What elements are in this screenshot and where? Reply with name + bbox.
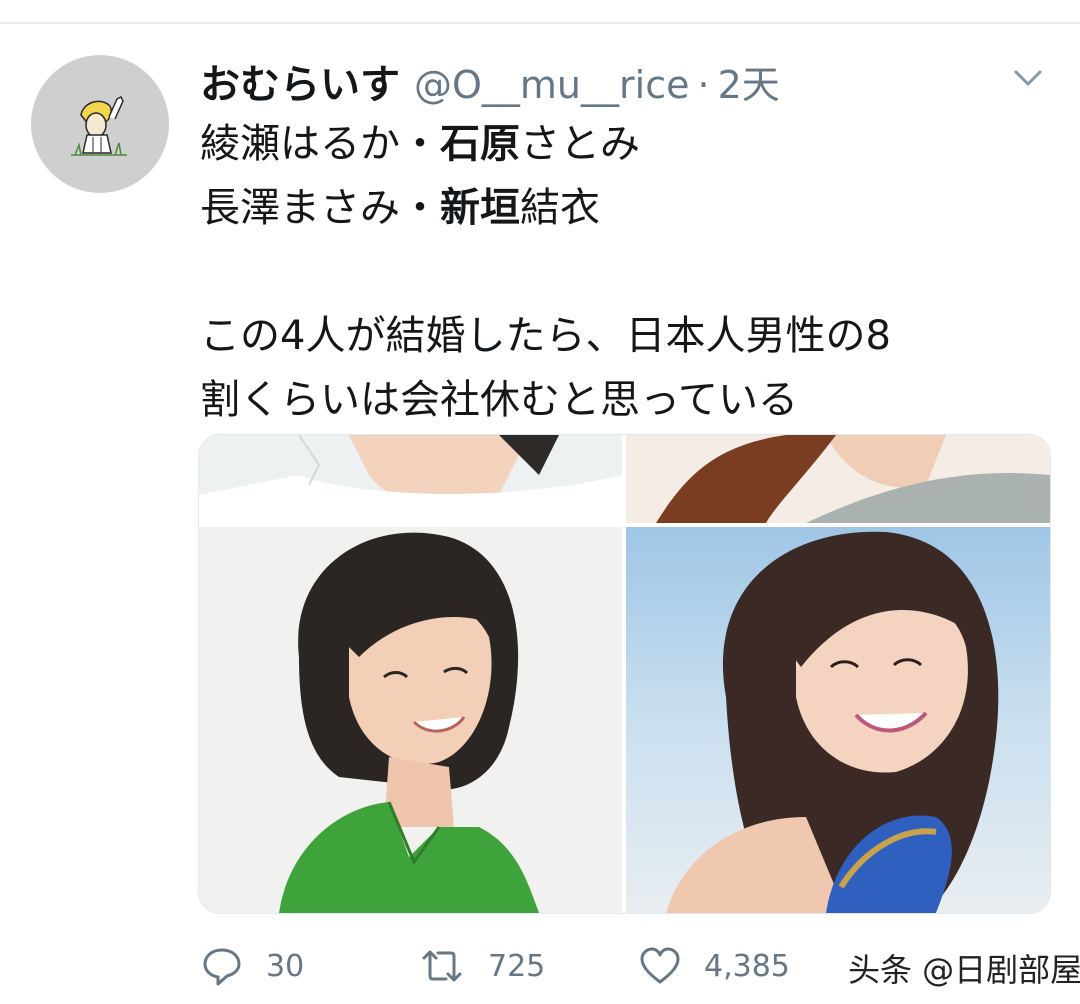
avatar[interactable] <box>31 55 169 193</box>
like-button[interactable]: 4,385 <box>638 940 790 992</box>
tweet-text-segment: さとみ <box>520 121 640 167</box>
user-handle[interactable]: @O__mu__rice <box>414 63 689 107</box>
photo-top-left[interactable] <box>199 435 622 523</box>
like-count: 4,385 <box>704 948 790 984</box>
reply-button[interactable]: 30 <box>200 940 304 992</box>
tweet-text-blank-line <box>200 240 1040 304</box>
top-divider <box>0 22 1080 24</box>
tweet-text-segment: 長澤まさみ・ <box>200 185 440 231</box>
retweet-icon <box>422 950 462 982</box>
tweet-header: おむらいす @O__mu__rice · 2天 <box>200 52 780 108</box>
retweet-button[interactable]: 725 <box>418 940 545 992</box>
photo-top-right[interactable] <box>626 435 1050 523</box>
tweet-menu-button[interactable] <box>1008 60 1048 96</box>
retweet-count: 725 <box>488 948 546 984</box>
tweet-text-bold-segment: 新垣 <box>440 185 520 231</box>
media-grid <box>198 434 1051 914</box>
tweet-time[interactable]: 2天 <box>718 54 780 109</box>
reply-count: 30 <box>266 948 305 984</box>
tweet-text: 綾瀬はるか・石原さとみ 長澤まさみ・新垣結衣 この4人が結婚したら、日本人男性の8 割… <box>200 112 1040 432</box>
tweet-text-segment: 綾瀬はるか・ <box>200 121 440 167</box>
heart-icon <box>640 947 680 984</box>
tweet-text-bold-segment: 石原 <box>440 121 520 167</box>
watermark: 头条 @日剧部屋 <box>848 945 1080 989</box>
chevron-down-icon <box>1014 70 1042 86</box>
avatar-illustration-icon <box>71 95 127 156</box>
tweet-text-line: この4人が結婚したら、日本人男性の8 <box>200 304 1040 368</box>
header-separator: · <box>697 63 710 107</box>
tweet-text-line: 割くらいは会社休むと思っている <box>200 368 1040 432</box>
tweet-text-segment: 割くらいは会社休むと思っている <box>200 377 798 423</box>
photo-bottom-left[interactable] <box>199 527 622 913</box>
tweet-text-segment: 結衣 <box>520 185 600 231</box>
display-name[interactable]: おむらいす <box>200 52 400 110</box>
photo-bottom-right[interactable] <box>626 527 1050 913</box>
tweet-actions: 30 725 4,385 <box>200 940 860 992</box>
tweet-text-line: 長澤まさみ・新垣結衣 <box>200 176 1040 240</box>
reply-icon <box>203 948 241 986</box>
tweet-text-line: 綾瀬はるか・石原さとみ <box>200 112 1040 176</box>
tweet-text-segment: この4人が結婚したら、日本人男性の8 <box>200 313 891 359</box>
